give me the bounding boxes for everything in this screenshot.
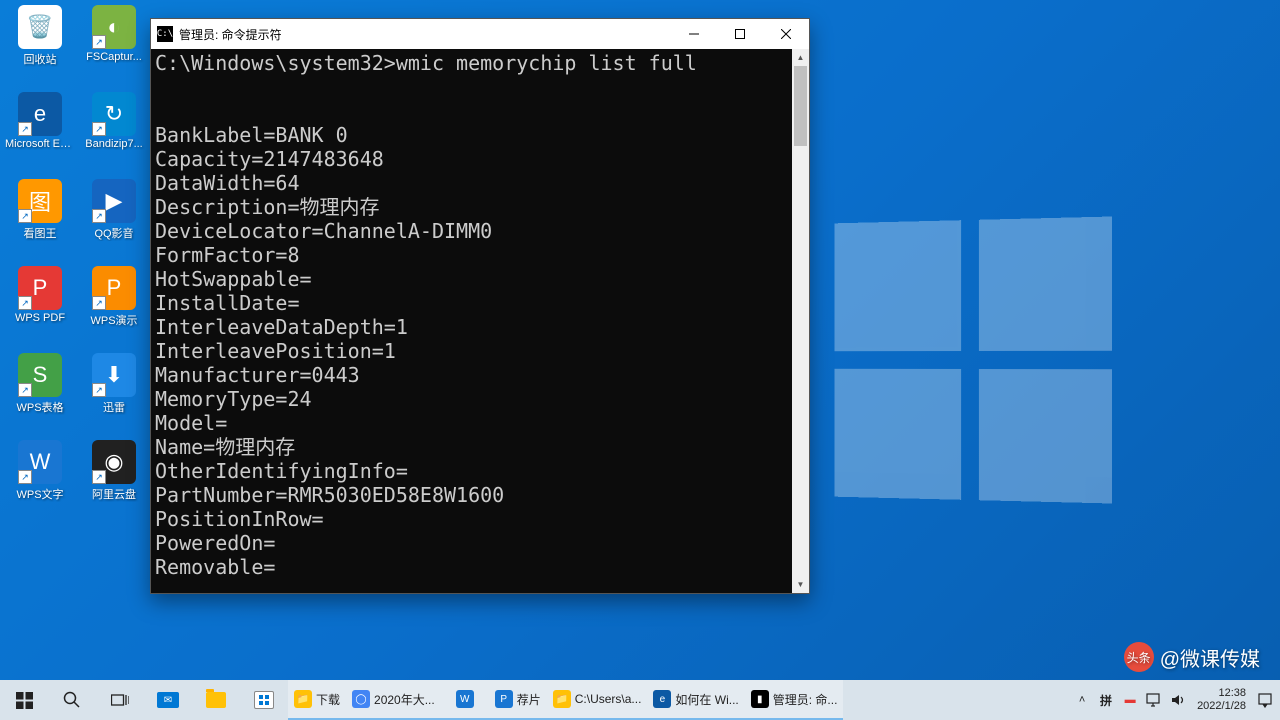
tray-ime-icon[interactable]: 拼: [1095, 680, 1117, 720]
app-icon: ⬇↗: [92, 353, 136, 397]
maximize-button[interactable]: [717, 19, 763, 49]
tray-app-icon[interactable]: ▬: [1119, 680, 1141, 720]
desktop-icon[interactable]: S↗ WPS表格: [5, 353, 75, 428]
desktop-icon[interactable]: ⬇↗ 迅雷: [79, 353, 149, 428]
taskbar-task[interactable]: 📁 C:\Users\a...: [547, 680, 648, 720]
system-tray: ˄ 拼 ▬ 12:38 2022/1/28: [1071, 680, 1280, 720]
task-icon: P: [495, 690, 513, 708]
icon-label: 迅雷: [79, 399, 149, 415]
icon-label: FSCaptur...: [79, 51, 149, 63]
icon-label: QQ影音: [79, 225, 149, 241]
icon-label: WPS表格: [5, 399, 75, 415]
icon-label: Microsoft Edge: [5, 138, 75, 150]
desktop-icon[interactable]: 图↗ 看图王: [5, 179, 75, 254]
start-button[interactable]: [0, 680, 48, 720]
store-pinned[interactable]: [240, 680, 288, 720]
tray-date: 2022/1/28: [1197, 700, 1246, 713]
task-icon: W: [456, 690, 474, 708]
titlebar[interactable]: C:\ 管理员: 命令提示符: [151, 19, 809, 49]
scroll-up-button[interactable]: ▲: [792, 49, 809, 66]
tray-chevron-up-icon[interactable]: ˄: [1071, 680, 1093, 720]
icon-label: WPS演示: [79, 312, 149, 328]
terminal-output[interactable]: C:\Windows\system32>wmic memorychip list…: [151, 49, 792, 593]
desktop-icon[interactable]: W↗ WPS文字: [5, 440, 75, 515]
taskbar: ✉ 📁下载◯2020年大...WP荐片📁C:\Users\a...e如何在 Wi…: [0, 680, 1280, 720]
app-icon: e↗: [18, 92, 62, 136]
scrollbar-vertical[interactable]: ▲ ▼: [792, 49, 809, 593]
desktop-icon[interactable]: ◉↗ 阿里云盘: [79, 440, 149, 515]
watermark: 头条 @微课传媒: [1124, 642, 1260, 672]
taskbar-task[interactable]: 📁下载: [288, 680, 346, 720]
task-icon: 📁: [294, 690, 312, 708]
explorer-pinned[interactable]: [192, 680, 240, 720]
task-label: C:\Users\a...: [575, 692, 642, 706]
cmd-icon: C:\: [157, 26, 173, 42]
tray-volume-icon[interactable]: [1167, 680, 1189, 720]
desktop-icon[interactable]: 🗑️ 回收站: [5, 5, 75, 80]
tray-notifications-icon[interactable]: [1254, 680, 1276, 720]
desktop-icon[interactable]: ▶↗ QQ影音: [79, 179, 149, 254]
task-icon: 📁: [553, 690, 571, 708]
minimize-button[interactable]: [671, 19, 717, 49]
app-icon: P↗: [92, 266, 136, 310]
window-title: 管理员: 命令提示符: [179, 26, 671, 43]
app-icon: S↗: [18, 353, 62, 397]
desktop-icon[interactable]: P↗ WPS PDF: [5, 266, 75, 341]
mail-pinned[interactable]: ✉: [144, 680, 192, 720]
task-view-button[interactable]: [96, 680, 144, 720]
taskbar-task[interactable]: e如何在 Wi...: [647, 680, 744, 720]
icon-label: 回收站: [5, 51, 75, 67]
icon-label: 阿里云盘: [79, 486, 149, 502]
taskbar-task[interactable]: ◯2020年大...: [346, 680, 441, 720]
cmd-window: C:\ 管理员: 命令提示符 C:\Windows\system32>wmic …: [150, 18, 810, 594]
desktop-icon[interactable]: e↗ Microsoft Edge: [5, 92, 75, 167]
tray-time: 12:38: [1218, 687, 1246, 700]
watermark-icon: 头条: [1124, 642, 1154, 672]
scroll-down-button[interactable]: ▼: [792, 576, 809, 593]
icon-label: WPS PDF: [5, 312, 75, 324]
desktop-icon[interactable]: ↻↗ Bandizip7...: [79, 92, 149, 167]
task-icon: ◯: [352, 690, 370, 708]
taskbar-task[interactable]: W: [441, 680, 489, 720]
desktop-icon[interactable]: ◐↗ FSCaptur...: [79, 5, 149, 80]
app-icon: ◉↗: [92, 440, 136, 484]
app-icon: 图↗: [18, 179, 62, 223]
desktop-area: 🗑️ 回收站 ◐↗ FSCaptur... e↗ Microsoft Edge ↻↗ Band…: [0, 0, 150, 520]
task-label: 2020年大...: [374, 691, 435, 708]
app-icon: 🗑️: [18, 5, 62, 49]
app-icon: ↻↗: [92, 92, 136, 136]
task-label: 如何在 Wi...: [675, 691, 738, 708]
wallpaper-windows-logo: [835, 217, 1112, 504]
tray-clock[interactable]: 12:38 2022/1/28: [1191, 687, 1252, 713]
watermark-text: @微课传媒: [1160, 643, 1260, 672]
tray-network-icon[interactable]: [1143, 680, 1165, 720]
task-label: 下载: [316, 691, 340, 708]
task-label: 管理员: 命...: [773, 691, 838, 708]
close-button[interactable]: [763, 19, 809, 49]
scroll-thumb[interactable]: [794, 66, 807, 146]
task-icon: ▮: [751, 690, 769, 708]
task-label: 荐片: [517, 691, 541, 708]
icon-label: Bandizip7...: [79, 138, 149, 150]
desktop-icon[interactable]: P↗ WPS演示: [79, 266, 149, 341]
app-icon: ▶↗: [92, 179, 136, 223]
search-button[interactable]: [48, 680, 96, 720]
taskbar-task[interactable]: ▮管理员: 命...: [745, 680, 844, 720]
app-icon: W↗: [18, 440, 62, 484]
icon-label: WPS文字: [5, 486, 75, 502]
taskbar-task[interactable]: P荐片: [489, 680, 547, 720]
task-icon: e: [653, 690, 671, 708]
app-icon: P↗: [18, 266, 62, 310]
icon-label: 看图王: [5, 225, 75, 241]
app-icon: ◐↗: [92, 5, 136, 49]
